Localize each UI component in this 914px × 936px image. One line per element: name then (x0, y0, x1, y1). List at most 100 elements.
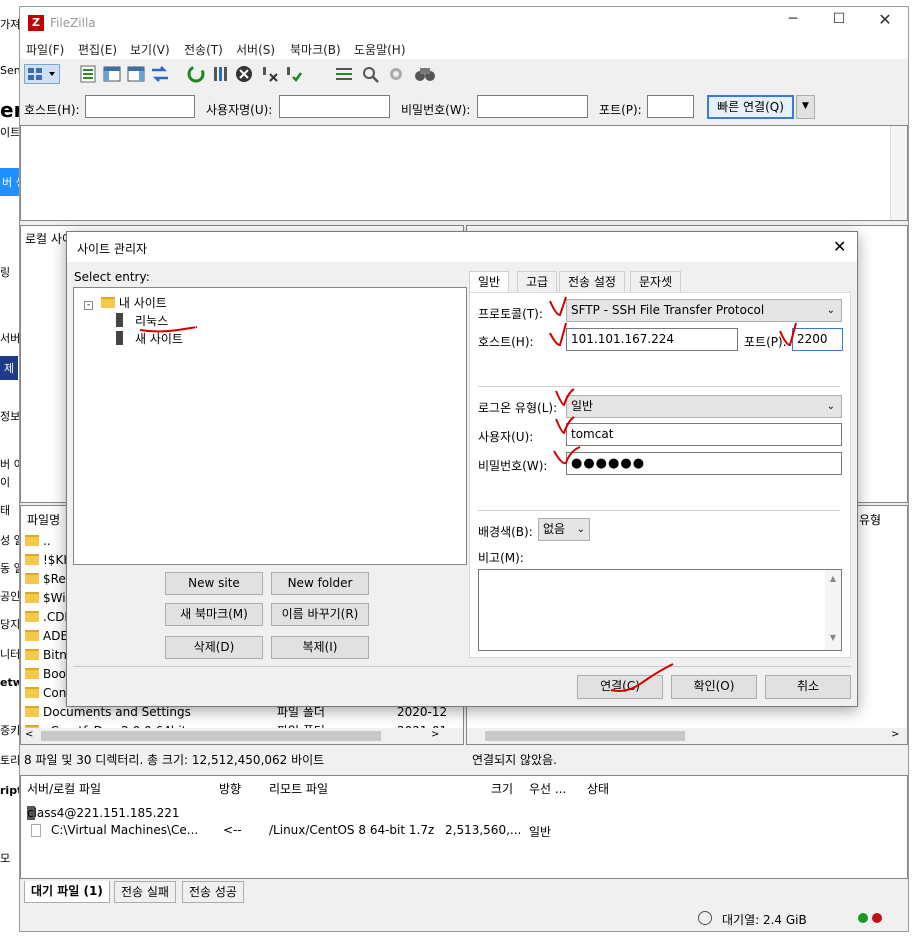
bg-text: 태 (0, 504, 11, 517)
collapse-icon[interactable]: - (84, 301, 93, 310)
host-label: 호스트(H): (24, 103, 80, 117)
menu-file[interactable]: 파일(F) (26, 41, 64, 58)
tree-root-label: 내 사이트 (118, 296, 167, 310)
queue-col-remote[interactable]: 리모트 파일 (269, 780, 328, 797)
message-log-scrollbar[interactable] (890, 126, 907, 220)
host-input[interactable] (85, 95, 195, 118)
bg-text: ript (0, 784, 20, 797)
queue-local-file: C:\Virtual Machines\Ce... (51, 823, 199, 837)
queue-priority: 일반 (529, 825, 552, 839)
remote-tree-icon[interactable] (126, 64, 146, 84)
transfer-queue-icon[interactable] (150, 64, 170, 84)
cancel-icon[interactable] (234, 64, 254, 84)
horizontal-scrollbar[interactable]: > (467, 728, 907, 744)
folder-icon (25, 554, 39, 565)
separator (478, 510, 840, 511)
tab-failed-transfers[interactable]: 전송 실패 (114, 881, 176, 903)
username-input[interactable] (279, 95, 390, 118)
new-bookmark-button[interactable]: 새 북마크(M) (165, 603, 263, 626)
dialog-title-bar: 사이트 관리자 ✕ (67, 232, 857, 262)
menu-bookmark[interactable]: 북마크(B) (290, 41, 341, 58)
tree-red-underline (139, 326, 198, 333)
new-site-button[interactable]: New site (165, 572, 263, 595)
local-tree-icon[interactable] (102, 64, 122, 84)
general-tab-pane: 프로토콜(T): SFTP - SSH File Transfer Protoc… (469, 292, 851, 658)
green-light-icon (858, 913, 868, 923)
scroll-down-icon[interactable]: ▼ (825, 633, 841, 642)
site-manager-icon[interactable] (24, 64, 60, 84)
ok-button[interactable]: 확인(O) (671, 675, 757, 699)
file-name: Documents and Settings (43, 705, 191, 719)
reconnect-icon[interactable] (284, 64, 304, 84)
maximize-icon[interactable]: ☐ (824, 11, 854, 31)
file-name: .. (43, 534, 51, 548)
scroll-thumb[interactable] (485, 731, 685, 741)
filter-icon[interactable] (334, 64, 354, 84)
scroll-left-icon[interactable]: < (25, 729, 33, 740)
search-icon[interactable] (414, 64, 435, 84)
bg-text: Sen (0, 64, 20, 77)
dialog-close-icon[interactable]: ✕ (833, 237, 846, 256)
queue-col-direction[interactable]: 방향 (219, 780, 241, 797)
settings-tabs: 일반 고급 전송 설정 문자셋 (469, 271, 851, 294)
queue-size-status: 대기열: 2.4 GiB (722, 913, 807, 927)
tree-root[interactable]: - 내 사이트 (84, 294, 167, 311)
folder-icon (25, 668, 39, 679)
process-queue-icon[interactable] (210, 64, 230, 84)
menu-help[interactable]: 도움말(H) (354, 41, 406, 58)
horizontal-scrollbar[interactable]: < > (21, 728, 463, 744)
quickconnect-button[interactable]: 빠른 연결(Q) (707, 95, 794, 119)
dialog-bottom-separator (73, 666, 851, 667)
message-log-icon[interactable] (78, 64, 98, 84)
tab-advanced[interactable]: 고급 (517, 271, 558, 293)
close-icon[interactable]: ✕ (870, 10, 900, 30)
remote-status: 연결되지 않았음. (472, 753, 557, 767)
comments-textarea[interactable]: ▲ ▼ (478, 569, 842, 651)
menu-transfer[interactable]: 전송(T) (184, 41, 223, 58)
queue-file-row[interactable]: C:\Virtual Machines\Ce... <-- /Linux/Cen… (21, 822, 907, 840)
scroll-right-icon[interactable]: > (891, 729, 899, 740)
rename-button[interactable]: 이름 바꾸기(R) (271, 603, 369, 626)
chevron-down-icon: ⌄ (576, 524, 585, 535)
queue-col-status[interactable]: 상태 (587, 780, 609, 797)
bgcolor-label: 배경색(B): (478, 525, 533, 539)
tab-charset[interactable]: 문자셋 (630, 271, 682, 293)
bg-text: 버 생 (0, 168, 20, 196)
queue-col-size[interactable]: 크기 (491, 780, 513, 797)
bg-text: 제 (0, 356, 19, 380)
menu-edit[interactable]: 편집(E) (78, 41, 117, 58)
copy-button[interactable]: 복제(I) (271, 636, 369, 659)
port-input[interactable] (647, 95, 694, 118)
queue-col-priority[interactable]: 우선 ... (529, 780, 566, 797)
quickconnect-dropdown[interactable]: ▼ (796, 95, 815, 119)
folder-icon (25, 573, 39, 584)
queue-col-server[interactable]: 서버/로컬 파일 (27, 780, 101, 797)
bgcolor-select[interactable]: 없음 ⌄ (538, 518, 590, 541)
folder-icon (25, 630, 39, 641)
delete-button[interactable]: 삭제(D) (165, 636, 263, 659)
tab-general[interactable]: 일반 (469, 271, 510, 294)
textarea-scrollbar[interactable]: ▲ ▼ (825, 570, 841, 650)
sync-browse-icon[interactable] (386, 64, 406, 84)
scroll-right-icon[interactable]: > (431, 729, 439, 740)
compare-icon[interactable] (360, 64, 380, 84)
column-filename[interactable]: 파일명 (27, 511, 60, 528)
tab-queued-files[interactable]: 대기 파일 (1) (24, 881, 110, 903)
menu-server[interactable]: 서버(S) (236, 41, 275, 58)
menu-view[interactable]: 보기(V) (130, 41, 170, 58)
new-folder-button[interactable]: New folder (271, 572, 369, 595)
minimize-icon[interactable]: ─ (778, 11, 808, 31)
window-title: FileZilla (50, 16, 96, 30)
scroll-up-icon[interactable]: ▲ (825, 574, 841, 583)
cancel-button[interactable]: 취소 (765, 675, 851, 699)
scroll-thumb[interactable] (41, 731, 381, 741)
background-window-strip: 가져 Sen er 이트 버 생 링 서버 제 정보 버 이 이 태 성 일 동… (0, 0, 20, 936)
tab-successful-transfers[interactable]: 전송 성공 (182, 881, 244, 903)
refresh-icon[interactable] (186, 64, 206, 84)
disconnect-icon[interactable] (260, 64, 280, 84)
password-input[interactable] (477, 95, 588, 118)
connect-red-scribble (610, 663, 674, 692)
bg-text: etwo (0, 676, 20, 689)
column-type[interactable]: 유형 (859, 511, 881, 528)
tab-transfer-settings[interactable]: 전송 설정 (559, 271, 625, 293)
